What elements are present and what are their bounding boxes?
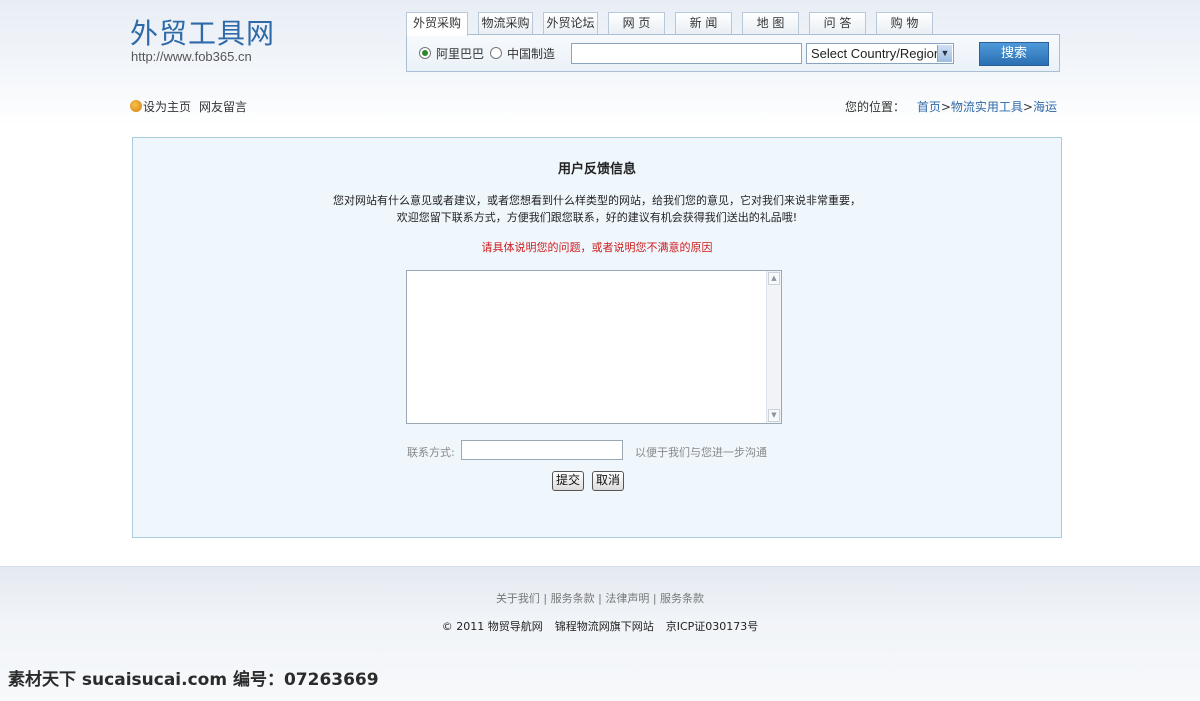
country-select-value: Select Country/Region [811,46,942,61]
breadcrumb-separator: > [940,100,951,114]
footer-copyright: © 2011 物贸导航网 锦程物流网旗下网站 京ICP证030173号 [0,618,1200,634]
guestbook-link[interactable]: 网友留言 [199,100,247,114]
submit-button[interactable]: 提交 [552,471,585,491]
set-home-label: 设为主页 [143,100,192,114]
search-box: 阿里巴巴 中国制造 Select Country/Region ▼ 搜索 [406,34,1060,72]
feedback-intro-line2: 欢迎您留下联系方式，方便我们跟您联系，好的建议有机会获得我们送出的礼品哦! [396,211,798,224]
contact-field[interactable] [461,440,623,460]
feedback-textarea[interactable]: ▲ ▼ [406,270,782,424]
radio-made-in-china-label[interactable]: 中国制造 [507,45,555,62]
logo-title[interactable]: 外贸工具网 [130,12,275,52]
breadcrumb-separator: > [1022,100,1033,114]
tab-qa[interactable]: 问 答 [809,12,866,35]
chevron-down-icon[interactable]: ▼ [937,45,952,62]
watermark: 素材天下 sucaisucai.com 编号：07263669 [8,670,379,690]
scroll-down-icon[interactable]: ▼ [768,409,780,422]
footer-links: 关于我们 | 服务条款 | 法律声明 | 服务条款 [495,592,705,605]
radio-alibaba-label[interactable]: 阿里巴巴 [436,45,484,62]
tab-web[interactable]: 网 页 [608,12,665,35]
tab-trade-purchase[interactable]: 外贸采购 [406,12,468,36]
breadcrumb-home[interactable]: 首页 [917,100,941,114]
tab-map[interactable]: 地 图 [742,12,799,35]
radio-alibaba[interactable] [419,47,431,59]
country-select[interactable]: Select Country/Region ▼ [806,43,954,64]
feedback-intro-line1: 您对网站有什么意见或者建议，或者您想看到什么样类型的网站，给我们您的意见，它对我… [333,194,861,207]
search-button[interactable]: 搜索 [979,42,1049,66]
tab-news[interactable]: 新 闻 [675,12,732,35]
set-home-link[interactable]: 设为主页 [130,100,191,114]
footer-link-terms-2[interactable]: 服务条款 [660,592,704,605]
breadcrumb-sea-freight[interactable]: 海运 [1033,100,1057,114]
search-input[interactable] [571,43,802,64]
feedback-warning: 请具体说明您的问题，或者说明您不满意的原因 [481,241,713,254]
tab-trade-forum[interactable]: 外贸论坛 [543,12,598,35]
footer-link-legal[interactable]: 法律声明 [605,592,649,605]
feedback-panel: 用户反馈信息 您对网站有什么意见或者建议，或者您想看到什么样类型的网站，给我们您… [132,137,1062,538]
search-tabs: 外贸采购 物流采购 外贸论坛 网 页 新 闻 地 图 问 答 购 物 [406,12,943,36]
icp-text: 京ICP证030173号 [665,620,759,633]
tab-shopping[interactable]: 购 物 [876,12,933,35]
logo-url[interactable]: http://www.fob365.cn [131,49,252,64]
contact-label: 联系方式: [407,446,455,459]
home-icon [130,100,142,112]
radio-made-in-china[interactable] [490,47,502,59]
breadcrumb-prefix: 您的位置： [844,100,905,114]
breadcrumb: 您的位置： 首页>物流实用工具>海运 [845,98,1057,115]
copyright-text: © 2011 物贸导航网 [441,620,543,633]
breadcrumb-logistics-tools[interactable]: 物流实用工具 [951,100,1023,114]
utility-links: 设为主页 网友留言 [130,98,255,115]
cancel-button[interactable]: 取消 [592,471,625,491]
textarea-scrollbar[interactable]: ▲ ▼ [766,271,781,423]
feedback-title: 用户反馈信息 [557,162,636,177]
contact-hint: 以便于我们与您进一步沟通 [635,446,767,459]
tab-logistics-purchase[interactable]: 物流采购 [478,12,533,35]
footer-link-about[interactable]: 关于我们 [496,592,540,605]
company-text: 锦程物流网旗下网站 [554,620,654,633]
footer-link-terms[interactable]: 服务条款 [551,592,595,605]
scroll-up-icon[interactable]: ▲ [768,272,780,285]
